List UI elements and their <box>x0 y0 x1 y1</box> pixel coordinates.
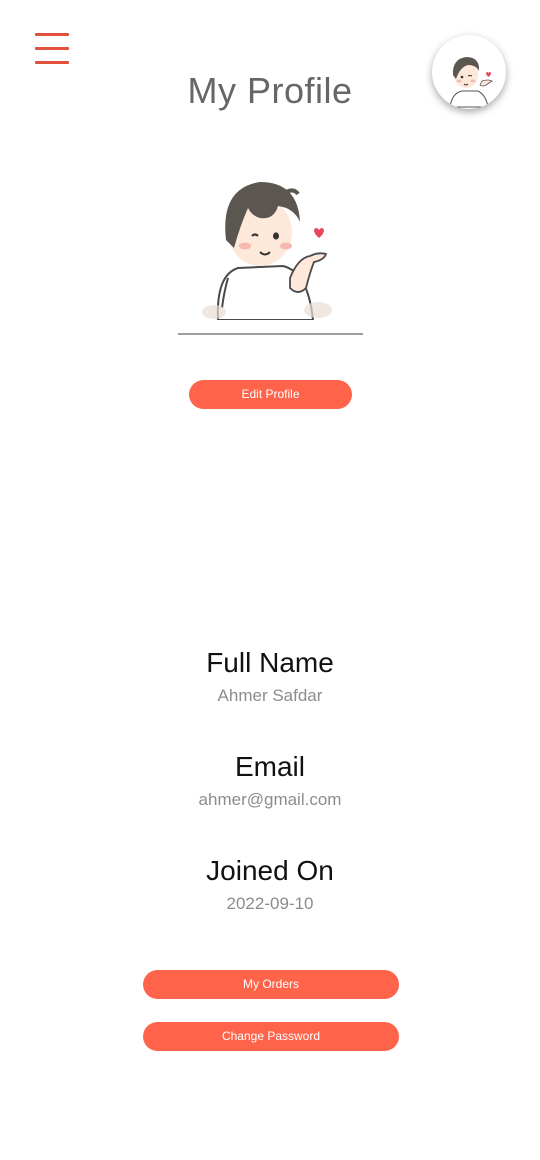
joined-on-section: Joined On 2022-09-10 <box>0 854 540 914</box>
profile-photo <box>198 160 343 320</box>
joined-on-value: 2022-09-10 <box>226 894 314 913</box>
menu-bar-bottom <box>35 61 69 64</box>
my-orders-button[interactable]: My Orders <box>143 970 399 999</box>
menu-bar-top <box>35 33 69 36</box>
change-password-button[interactable]: Change Password <box>143 1022 399 1051</box>
email-value: ahmer@gmail.com <box>198 790 342 809</box>
page-title: My Profile <box>187 70 353 111</box>
full-name-section: Full Name Ahmer Safdar <box>0 646 540 706</box>
profile-photo-container <box>178 150 363 335</box>
full-name-label: Full Name <box>206 647 334 678</box>
hamburger-menu-icon[interactable] <box>35 33 69 65</box>
menu-bar-middle <box>35 47 69 50</box>
photo-underline-divider <box>178 333 363 335</box>
full-name-value: Ahmer Safdar <box>217 686 323 705</box>
joined-on-label: Joined On <box>206 855 334 886</box>
email-label: Email <box>234 751 305 782</box>
profile-cartoon-boy-image <box>198 160 343 320</box>
email-section: Email ahmer@gmail.com <box>0 750 540 810</box>
edit-profile-button[interactable]: Edit Profile <box>189 380 352 409</box>
